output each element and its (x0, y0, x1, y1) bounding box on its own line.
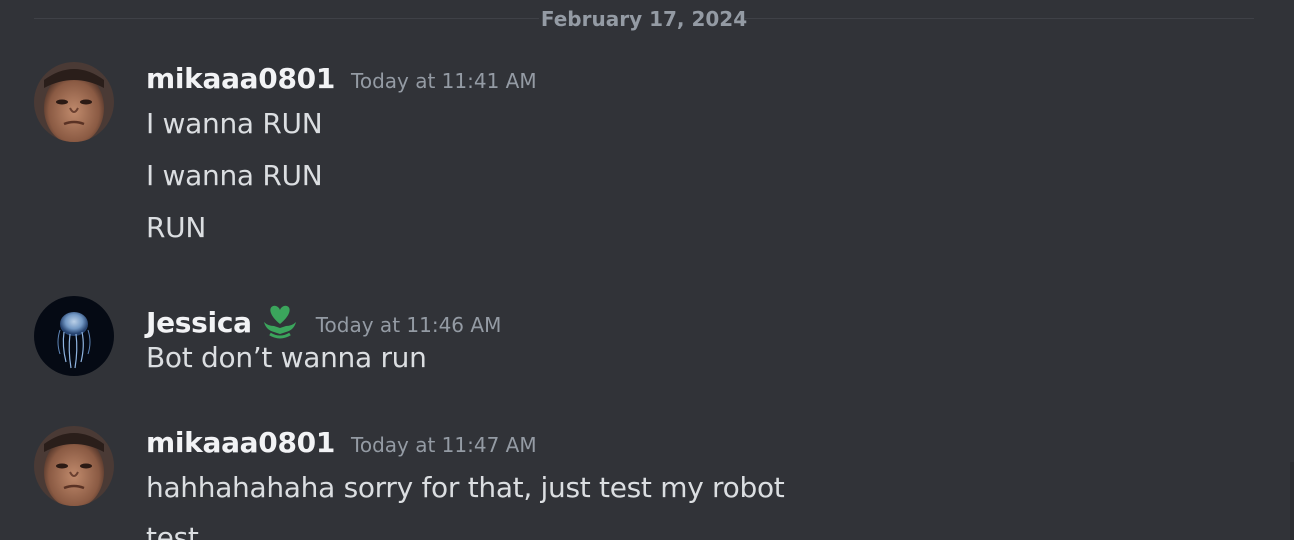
message-timestamp[interactable]: Today at 11:47 AM (351, 433, 537, 457)
message-group: mikaaa0801 Today at 11:41 AM I wanna RUN… (0, 62, 1294, 252)
avatar[interactable] (34, 426, 114, 506)
user-avatar-image (34, 62, 114, 142)
avatar[interactable] (34, 62, 114, 142)
message-text: I wanna RUN (146, 159, 323, 192)
message-group: mikaaa0801 Today at 11:47 AM hahhahahaha… (0, 426, 1294, 540)
chat-message-list: February 17, 2024 mikaaa0801 Today at 11… (0, 0, 1294, 540)
user-avatar-image (34, 426, 114, 506)
message-text: test (146, 521, 199, 540)
green-heart-hands-icon[interactable] (260, 304, 300, 340)
message-header: mikaaa0801 Today at 11:47 AM (146, 426, 537, 462)
jellyfish-avatar-image (34, 296, 114, 376)
divider-date: February 17, 2024 (540, 7, 748, 31)
username[interactable]: Jessica (146, 306, 252, 339)
scrollbar[interactable] (1290, 462, 1294, 540)
message-text: I wanna RUN (146, 107, 323, 140)
message-text: Bot don’t wanna run (146, 341, 427, 374)
date-divider: February 17, 2024 (34, 0, 1254, 38)
message-header: mikaaa0801 Today at 11:41 AM (146, 62, 537, 98)
message-timestamp[interactable]: Today at 11:46 AM (316, 313, 502, 337)
divider-line-right (745, 18, 1254, 19)
message-header: Jessica Today at 11:46 AM (146, 296, 501, 339)
message-timestamp[interactable]: Today at 11:41 AM (351, 69, 537, 93)
message-text: hahhahahaha sorry for that, just test my… (146, 471, 785, 504)
username[interactable]: mikaaa0801 (146, 426, 335, 459)
avatar[interactable] (34, 296, 114, 376)
message-text: RUN (146, 211, 206, 244)
message-group: Jessica Today at 11:46 AM Bot don’t wann… (0, 296, 1294, 386)
username[interactable]: mikaaa0801 (146, 62, 335, 95)
